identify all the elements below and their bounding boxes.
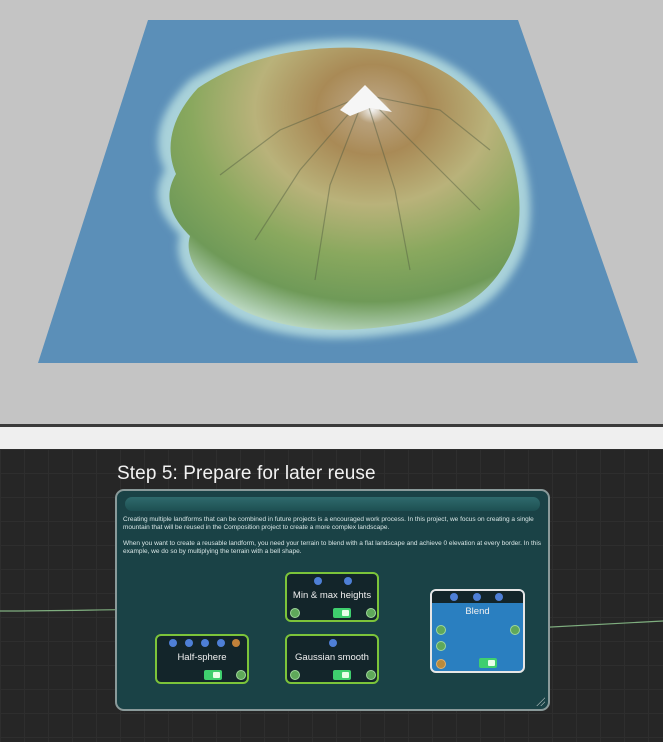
output-socket[interactable] <box>366 608 376 618</box>
description-paragraph-1: Creating multiple landforms that can be … <box>123 516 534 531</box>
panel-header <box>125 497 540 511</box>
input-port[interactable] <box>450 593 458 601</box>
resize-handle-icon[interactable] <box>535 696 545 706</box>
node-label: Min & max heights <box>292 590 372 601</box>
mask-socket[interactable] <box>436 659 446 669</box>
input-port[interactable] <box>169 639 177 647</box>
input-socket[interactable] <box>436 625 446 635</box>
node-gaussian-smooth[interactable]: Gaussian smooth <box>285 634 379 684</box>
description-paragraph-2: When you want to create a reusable landf… <box>123 540 542 555</box>
output-socket[interactable] <box>236 670 246 680</box>
input-port[interactable] <box>344 577 352 585</box>
input-socket[interactable] <box>290 608 300 618</box>
input-port[interactable] <box>232 639 240 647</box>
output-socket[interactable] <box>510 625 520 635</box>
node-label: Gaussian smooth <box>295 652 369 663</box>
output-socket[interactable] <box>366 670 376 680</box>
step-title: Step 5: Prepare for later reuse <box>117 463 376 484</box>
input-socket[interactable] <box>436 641 446 651</box>
enable-toggle[interactable] <box>333 670 351 680</box>
node-blend[interactable]: Blend <box>430 589 525 673</box>
enable-toggle[interactable] <box>204 670 222 680</box>
input-port[interactable] <box>329 639 337 647</box>
input-port[interactable] <box>201 639 209 647</box>
terrain-viewport[interactable] <box>0 0 663 424</box>
node-min-max-heights[interactable]: Min & max heights <box>285 572 379 622</box>
node-label: Half-sphere <box>177 652 227 663</box>
enable-toggle[interactable] <box>479 658 497 668</box>
input-port[interactable] <box>314 577 322 585</box>
step-description: Creating multiple landforms that can be … <box>123 516 543 564</box>
enable-toggle[interactable] <box>333 608 351 618</box>
terrain-render <box>38 20 638 363</box>
input-port[interactable] <box>185 639 193 647</box>
node-label: Blend <box>465 606 490 617</box>
input-port[interactable] <box>495 593 503 601</box>
input-socket[interactable] <box>290 670 300 680</box>
split-gap <box>0 427 663 449</box>
island-land <box>169 47 520 330</box>
node-half-sphere[interactable]: Half-sphere <box>155 634 249 684</box>
input-port[interactable] <box>217 639 225 647</box>
input-port[interactable] <box>473 593 481 601</box>
